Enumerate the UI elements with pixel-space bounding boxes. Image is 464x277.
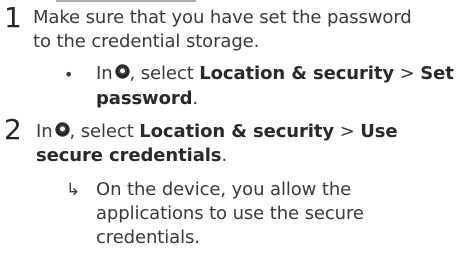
- gear-icon: [115, 65, 129, 78]
- path-separator: >: [399, 63, 415, 84]
- substep-line: In , select Location & security > Set: [96, 63, 454, 85]
- period: .: [192, 88, 199, 109]
- substep-prefix: In: [96, 63, 113, 84]
- menu-path-use: Use: [360, 121, 398, 142]
- result-text-line: applications to use the secure: [96, 203, 364, 224]
- gear-icon: [55, 123, 69, 136]
- cropped-text-fragment: [56, 0, 196, 2]
- bullet: •: [64, 65, 74, 84]
- step-text-line: secure credentials.: [36, 145, 227, 167]
- step-number: 1: [4, 1, 22, 34]
- step-select-text: , select: [69, 121, 134, 142]
- menu-path-location-security: Location & security: [199, 63, 395, 84]
- menu-path-location-security: Location & security: [139, 121, 335, 142]
- step-prefix: In: [36, 121, 53, 142]
- step-text-line: In , select Location & security > Use: [36, 121, 398, 143]
- result-text-line: credentials.: [96, 227, 200, 248]
- step-text-line: Make sure that you have set the password: [33, 7, 412, 28]
- menu-path-set: Set: [420, 63, 454, 84]
- step-text-line: to the credential storage.: [33, 31, 260, 52]
- menu-path-secure-credentials: secure credentials: [36, 145, 222, 166]
- path-separator: >: [339, 121, 355, 142]
- substep-line: password.: [96, 88, 198, 110]
- result-arrow-icon: ↳: [66, 180, 81, 200]
- result-text-line: On the device, you allow the: [96, 179, 352, 200]
- step-number: 2: [4, 113, 22, 146]
- manual-page: 1 Make sure that you have set the passwo…: [0, 0, 464, 277]
- substep-select-text: , select: [129, 63, 194, 84]
- menu-path-password: password: [96, 88, 193, 109]
- period: .: [221, 145, 228, 166]
